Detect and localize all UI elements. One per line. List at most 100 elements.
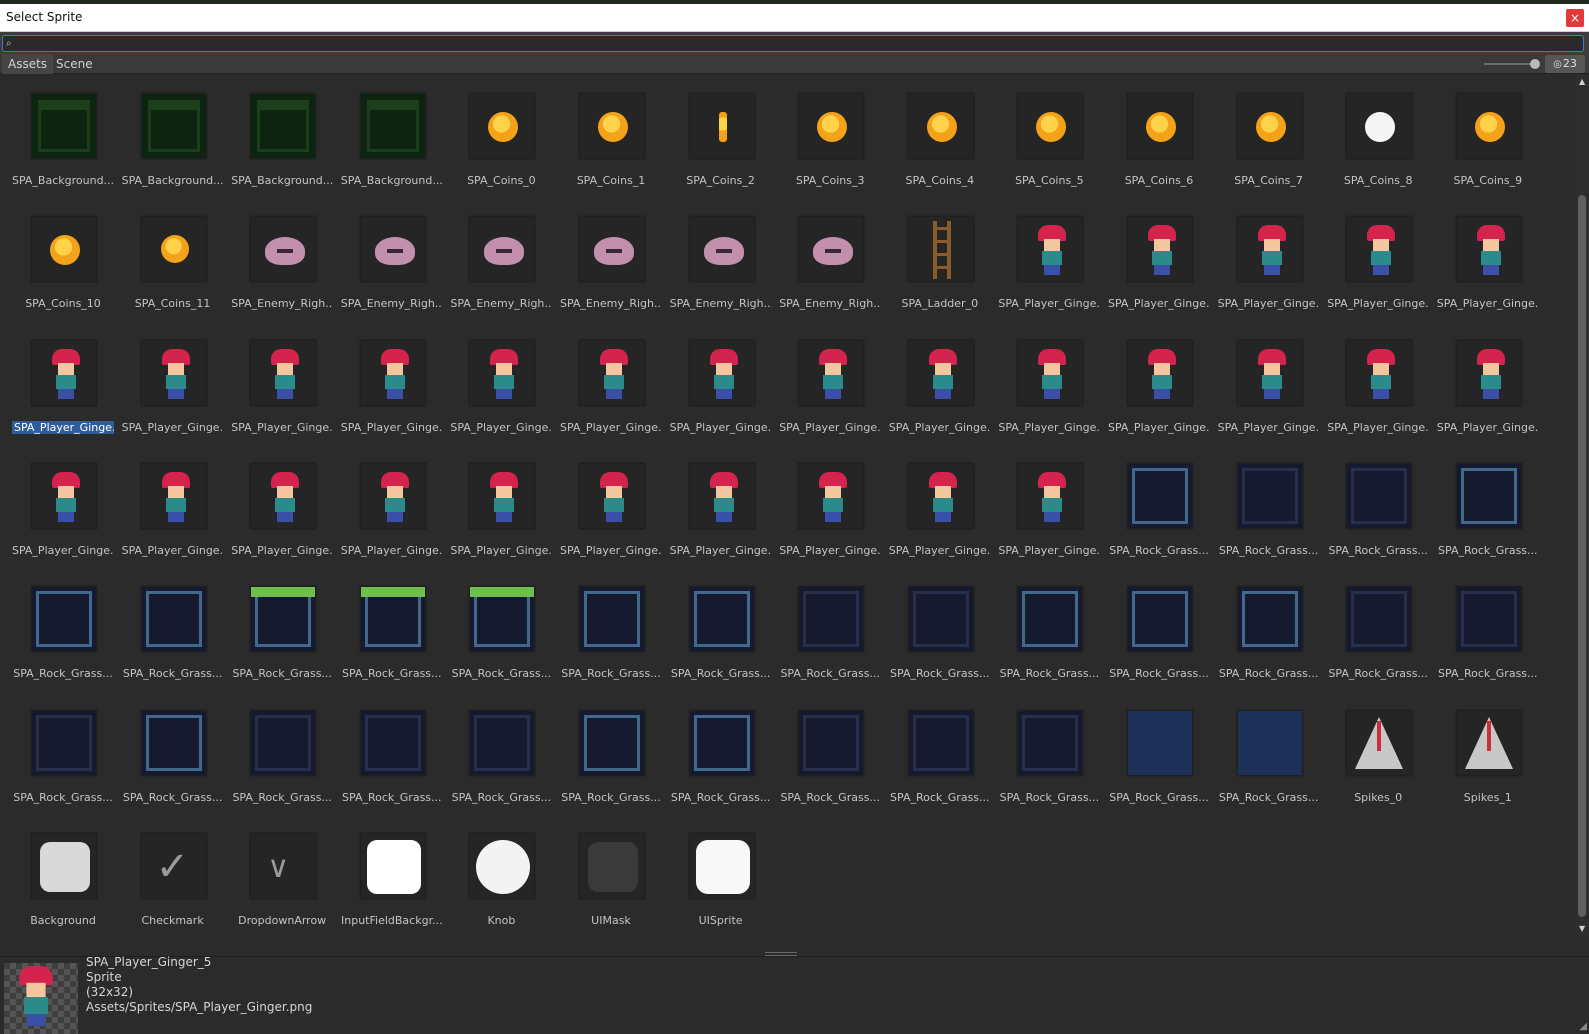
asset-item[interactable]: Background — [8, 815, 118, 938]
scroll-down-icon[interactable]: ▼ — [1579, 924, 1585, 933]
asset-item[interactable]: SPA_Ladder_0 — [885, 198, 995, 321]
asset-item[interactable]: SPA_Enemy_Righ... — [556, 198, 666, 321]
asset-item[interactable]: Knob — [446, 815, 556, 938]
asset-item[interactable]: SPA_Player_Ginge... — [227, 322, 337, 445]
vertical-scrollbar[interactable]: ▲ ▼ — [1576, 75, 1589, 935]
asset-item[interactable]: SPA_Player_Ginge... — [666, 322, 776, 445]
asset-item[interactable]: SPA_Player_Ginge... — [8, 445, 118, 568]
asset-item[interactable]: SPA_Rock_Grass... — [994, 568, 1104, 691]
tab-assets[interactable]: Assets — [2, 54, 54, 74]
asset-item[interactable]: SPA_Rock_Grass... — [1323, 568, 1433, 691]
asset-item[interactable]: SPA_Player_Ginge... — [337, 322, 447, 445]
asset-item[interactable]: SPA_Rock_Grass... — [666, 568, 776, 691]
asset-item[interactable]: SPA_Player_Ginge... — [885, 322, 995, 445]
asset-item[interactable]: SPA_Coins_2 — [666, 75, 776, 198]
asset-item[interactable]: SPA_Player_Ginge... — [994, 445, 1104, 568]
scroll-thumb[interactable] — [1578, 195, 1586, 917]
close-button[interactable]: × — [1566, 9, 1584, 27]
asset-item[interactable]: SPA_Rock_Grass... — [337, 568, 447, 691]
asset-item[interactable]: SPA_Coins_10 — [8, 198, 118, 321]
resize-grip-icon[interactable]: ◢ — [1579, 1021, 1587, 1032]
asset-item[interactable]: SPA_Player_Ginge... — [1214, 322, 1324, 445]
asset-item[interactable]: SPA_Coins_0 — [446, 75, 556, 198]
asset-item[interactable]: SPA_Coins_4 — [885, 75, 995, 198]
asset-item[interactable]: SPA_Rock_Grass... — [994, 692, 1104, 815]
asset-item[interactable]: SPA_Rock_Grass... — [1214, 568, 1324, 691]
asset-item[interactable]: SPA_Player_Ginge... — [446, 445, 556, 568]
scroll-up-icon[interactable]: ▲ — [1579, 77, 1585, 86]
asset-item[interactable]: SPA_Coins_7 — [1214, 75, 1324, 198]
asset-item[interactable]: SPA_Player_Ginge... — [118, 445, 228, 568]
asset-item[interactable]: SPA_Background... — [227, 75, 337, 198]
asset-item[interactable]: SPA_Player_Ginge... — [118, 322, 228, 445]
asset-item[interactable]: SPA_Rock_Grass... — [885, 692, 995, 815]
asset-item[interactable]: SPA_Coins_8 — [1323, 75, 1433, 198]
asset-item[interactable]: SPA_Rock_Grass... — [446, 568, 556, 691]
asset-item[interactable]: SPA_Rock_Grass... — [8, 692, 118, 815]
asset-item[interactable]: SPA_Player_Ginge... — [227, 445, 337, 568]
asset-item[interactable]: SPA_Rock_Grass... — [1433, 568, 1543, 691]
asset-item[interactable]: SPA_Player_Ginge... — [1104, 198, 1214, 321]
asset-item[interactable]: SPA_Player_Ginge... — [666, 445, 776, 568]
asset-item[interactable]: SPA_Rock_Grass... — [1214, 692, 1324, 815]
asset-item[interactable]: SPA_Player_Ginge... — [8, 322, 118, 445]
asset-item[interactable]: SPA_Enemy_Righ... — [775, 198, 885, 321]
asset-item[interactable]: SPA_Rock_Grass... — [556, 692, 666, 815]
asset-item[interactable]: SPA_Coins_9 — [1433, 75, 1543, 198]
asset-item[interactable]: UISprite — [666, 815, 776, 938]
asset-item[interactable]: SPA_Player_Ginge... — [1214, 198, 1324, 321]
asset-item[interactable]: SPA_Player_Ginge... — [556, 322, 666, 445]
asset-item[interactable]: SPA_Player_Ginge... — [1104, 322, 1214, 445]
asset-item[interactable]: SPA_Rock_Grass... — [118, 692, 228, 815]
asset-item[interactable]: SPA_Enemy_Righ... — [337, 198, 447, 321]
asset-item[interactable]: ✓ Checkmark — [118, 815, 228, 938]
asset-item[interactable]: SPA_Coins_11 — [118, 198, 228, 321]
asset-item[interactable]: SPA_Player_Ginge... — [1433, 322, 1543, 445]
asset-item[interactable]: SPA_Player_Ginge... — [994, 322, 1104, 445]
asset-item[interactable]: Spikes_1 — [1433, 692, 1543, 815]
asset-item[interactable]: SPA_Player_Ginge... — [1323, 322, 1433, 445]
asset-item[interactable]: SPA_Background... — [337, 75, 447, 198]
asset-item[interactable]: SPA_Rock_Grass... — [337, 692, 447, 815]
asset-item[interactable]: Spikes_0 — [1323, 692, 1433, 815]
asset-item[interactable]: SPA_Coins_5 — [994, 75, 1104, 198]
asset-item[interactable]: SPA_Coins_3 — [775, 75, 885, 198]
asset-item[interactable]: SPA_Rock_Grass... — [1214, 445, 1324, 568]
slider-knob[interactable] — [1530, 59, 1540, 69]
asset-item[interactable]: SPA_Rock_Grass... — [885, 568, 995, 691]
asset-item[interactable]: SPA_Background... — [8, 75, 118, 198]
asset-item[interactable]: SPA_Rock_Grass... — [227, 692, 337, 815]
asset-item[interactable]: SPA_Enemy_Righ... — [446, 198, 556, 321]
asset-item[interactable]: SPA_Rock_Grass... — [775, 692, 885, 815]
asset-item[interactable]: SPA_Rock_Grass... — [446, 692, 556, 815]
asset-item[interactable]: SPA_Coins_6 — [1104, 75, 1214, 198]
asset-item[interactable]: SPA_Coins_1 — [556, 75, 666, 198]
asset-item[interactable]: ∨ DropdownArrow — [227, 815, 337, 938]
asset-item[interactable]: SPA_Player_Ginge... — [337, 445, 447, 568]
tab-scene[interactable]: Scene — [50, 54, 99, 74]
asset-item[interactable]: SPA_Player_Ginge... — [994, 198, 1104, 321]
asset-item[interactable]: SPA_Rock_Grass... — [666, 692, 776, 815]
asset-item[interactable]: SPA_Enemy_Righ... — [666, 198, 776, 321]
asset-item[interactable]: SPA_Background... — [118, 75, 228, 198]
asset-item[interactable]: SPA_Rock_Grass... — [775, 568, 885, 691]
search-input[interactable] — [15, 36, 1575, 51]
asset-item[interactable]: SPA_Rock_Grass... — [8, 568, 118, 691]
asset-item[interactable]: SPA_Rock_Grass... — [118, 568, 228, 691]
asset-item[interactable]: SPA_Player_Ginge... — [775, 322, 885, 445]
asset-item[interactable]: SPA_Rock_Grass... — [1323, 445, 1433, 568]
thumbnail-size-slider[interactable] — [1484, 63, 1536, 65]
asset-item[interactable]: SPA_Rock_Grass... — [1104, 692, 1214, 815]
hidden-packages-toggle[interactable]: ◎23 — [1545, 55, 1585, 73]
asset-item[interactable]: SPA_Player_Ginge... — [556, 445, 666, 568]
asset-item[interactable]: SPA_Rock_Grass... — [1104, 568, 1214, 691]
asset-item[interactable]: SPA_Rock_Grass... — [556, 568, 666, 691]
asset-item[interactable]: UIMask — [556, 815, 666, 938]
asset-item[interactable]: SPA_Player_Ginge... — [1323, 198, 1433, 321]
search-box[interactable]: ⌕ — [2, 35, 1584, 52]
asset-item[interactable]: InputFieldBackgr... — [337, 815, 447, 938]
asset-item[interactable]: SPA_Player_Ginge... — [1433, 198, 1543, 321]
asset-item[interactable]: SPA_Rock_Grass... — [1104, 445, 1214, 568]
asset-item[interactable]: SPA_Player_Ginge... — [885, 445, 995, 568]
asset-item[interactable]: SPA_Rock_Grass... — [1433, 445, 1543, 568]
